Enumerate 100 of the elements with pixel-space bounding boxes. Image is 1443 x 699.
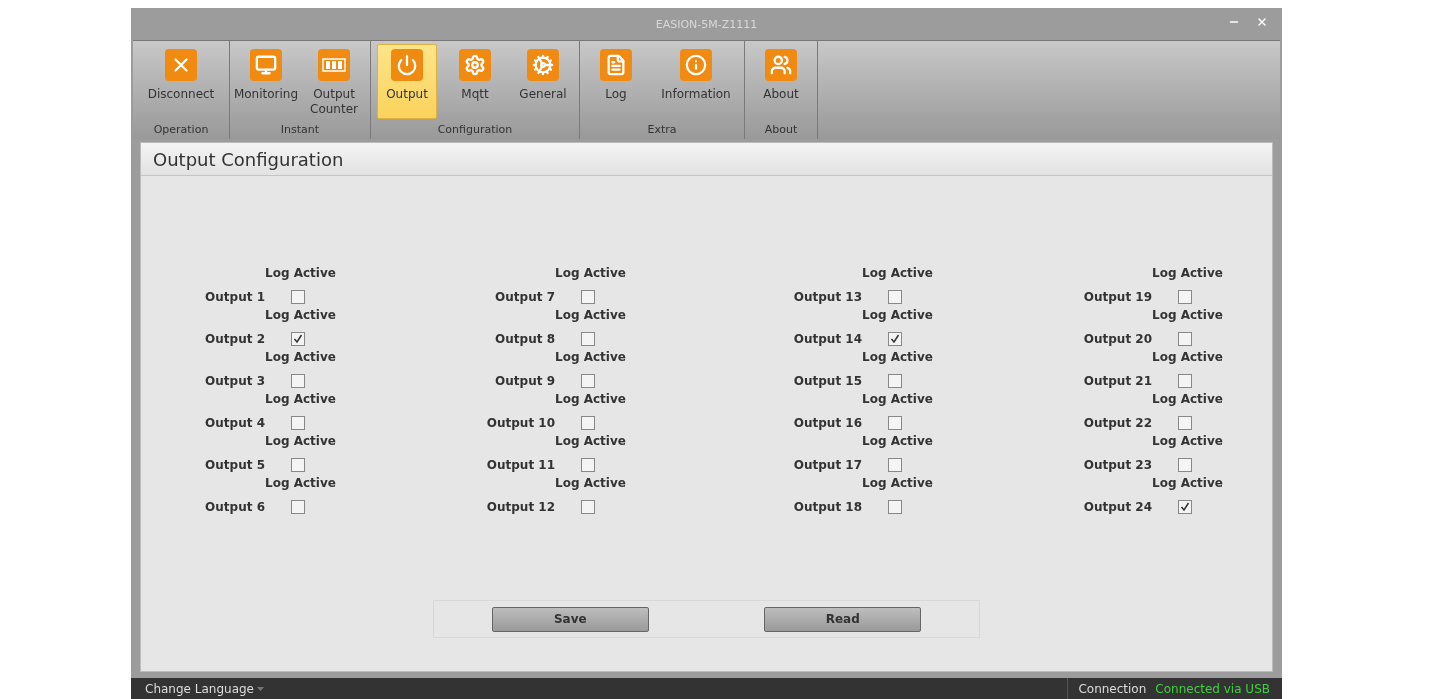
log-checkbox[interactable] [888, 415, 902, 430]
log-active-label: Log Active [265, 308, 336, 324]
log-active-label: Log Active [555, 308, 626, 324]
log-active-label: Log Active [265, 476, 336, 492]
group-label: Instant [279, 123, 321, 138]
log-active-label: Log Active [555, 476, 626, 492]
output-label: Output 5 [205, 457, 265, 474]
output-label: Output 18 [793, 499, 862, 516]
connection-label: Connection [1078, 681, 1147, 696]
output-label: Output 3 [205, 373, 265, 390]
output-label: Output 19 [1083, 289, 1152, 306]
log-checkbox[interactable] [581, 373, 595, 388]
log-active-label: Log Active [862, 476, 933, 492]
output-label: Output 22 [1083, 415, 1152, 432]
log-active-label: Log Active [862, 392, 933, 408]
log-checkbox[interactable] [291, 457, 305, 472]
ribbon-button[interactable]: Log [586, 44, 646, 119]
ribbon-button[interactable]: Information [654, 44, 738, 119]
log-active-label: Log Active [862, 434, 933, 450]
ribbon-button[interactable]: Output [377, 44, 437, 119]
ribbon-button[interactable]: Mqtt [445, 44, 505, 119]
log-checkbox[interactable] [581, 415, 595, 430]
action-button[interactable]: Save [491, 606, 649, 632]
group-label: Configuration [436, 123, 514, 138]
counter-icon [322, 58, 346, 72]
log-active-label: Log Active [1152, 308, 1223, 324]
window-title: EASION-5M-Z1111 [655, 17, 758, 31]
caret-icon [257, 686, 264, 691]
group-label: About [763, 123, 799, 138]
output-label: Output 1 [205, 289, 265, 306]
ribbon-button[interactable]: About [751, 44, 811, 119]
gear-icon [464, 54, 486, 76]
ribbon-button[interactable]: Monitoring [236, 44, 296, 119]
log-checkbox[interactable] [888, 331, 902, 346]
power-icon [396, 54, 418, 76]
log-checkbox[interactable] [291, 289, 305, 304]
log-checkbox[interactable] [888, 289, 902, 304]
output-label: Output 21 [1083, 373, 1152, 390]
output-label: Output 10 [486, 415, 555, 432]
log-active-label: Log Active [1152, 392, 1223, 408]
log-checkbox[interactable] [1178, 499, 1192, 514]
output-label: Output 6 [205, 499, 265, 516]
log-checkbox[interactable] [1178, 415, 1192, 430]
group-label: Extra [646, 123, 678, 138]
log-active-label: Log Active [862, 308, 933, 324]
ribbon-button[interactable]: General [513, 44, 573, 119]
log-checkbox[interactable] [291, 499, 305, 514]
output-label: Output 2 [205, 331, 265, 348]
output-label: Output 8 [495, 331, 555, 348]
log-active-label: Log Active [265, 266, 336, 282]
log-checkbox[interactable] [291, 331, 305, 346]
log-active-label: Log Active [1152, 350, 1223, 366]
log-checkbox[interactable] [581, 289, 595, 304]
log-checkbox[interactable] [888, 373, 902, 388]
output-label: Output 15 [793, 373, 862, 390]
log-active-label: Log Active [555, 392, 626, 408]
close-icon[interactable] [1256, 16, 1268, 28]
log-active-label: Log Active [1152, 266, 1223, 282]
info-icon [685, 54, 707, 76]
log-active-label: Log Active [555, 350, 626, 366]
output-label: Output 7 [495, 289, 555, 306]
output-label: Output 23 [1083, 457, 1152, 474]
connection-status: Connected via USB [1155, 681, 1270, 696]
document-icon [605, 54, 627, 76]
output-label: Output 16 [793, 415, 862, 432]
output-label: Output 4 [205, 415, 265, 432]
log-active-label: Log Active [1152, 434, 1223, 450]
output-label: Output 14 [793, 331, 862, 348]
log-checkbox[interactable] [581, 499, 595, 514]
log-checkbox[interactable] [291, 373, 305, 388]
action-button[interactable]: Read [764, 606, 922, 632]
output-label: Output 24 [1083, 499, 1152, 516]
ribbon-button[interactable]: Output Counter [304, 44, 364, 119]
log-active-label: Log Active [1152, 476, 1223, 492]
output-label: Output 20 [1083, 331, 1152, 348]
log-active-label: Log Active [862, 350, 933, 366]
language-dropdown[interactable]: Change Language [145, 681, 264, 696]
monitor-icon [255, 54, 277, 76]
log-active-label: Log Active [265, 350, 336, 366]
output-label: Output 11 [486, 457, 555, 474]
people-icon [770, 54, 792, 76]
group-label: Operation [152, 123, 210, 138]
log-checkbox[interactable] [1178, 331, 1192, 346]
log-checkbox[interactable] [1178, 457, 1192, 472]
output-label: Output 9 [495, 373, 555, 390]
log-checkbox[interactable] [888, 499, 902, 514]
log-checkbox[interactable] [1178, 373, 1192, 388]
output-label: Output 13 [793, 289, 862, 306]
log-checkbox[interactable] [581, 331, 595, 346]
ribbon-button[interactable]: Disconnect [139, 44, 223, 119]
output-label: Output 17 [793, 457, 862, 474]
log-checkbox[interactable] [1178, 289, 1192, 304]
panel-title: Output Configuration [141, 143, 1272, 176]
log-active-label: Log Active [555, 434, 626, 450]
output-label: Output 12 [486, 499, 555, 516]
log-checkbox[interactable] [888, 457, 902, 472]
log-checkbox[interactable] [581, 457, 595, 472]
log-active-label: Log Active [265, 434, 336, 450]
log-checkbox[interactable] [291, 415, 305, 430]
log-active-label: Log Active [862, 266, 933, 282]
